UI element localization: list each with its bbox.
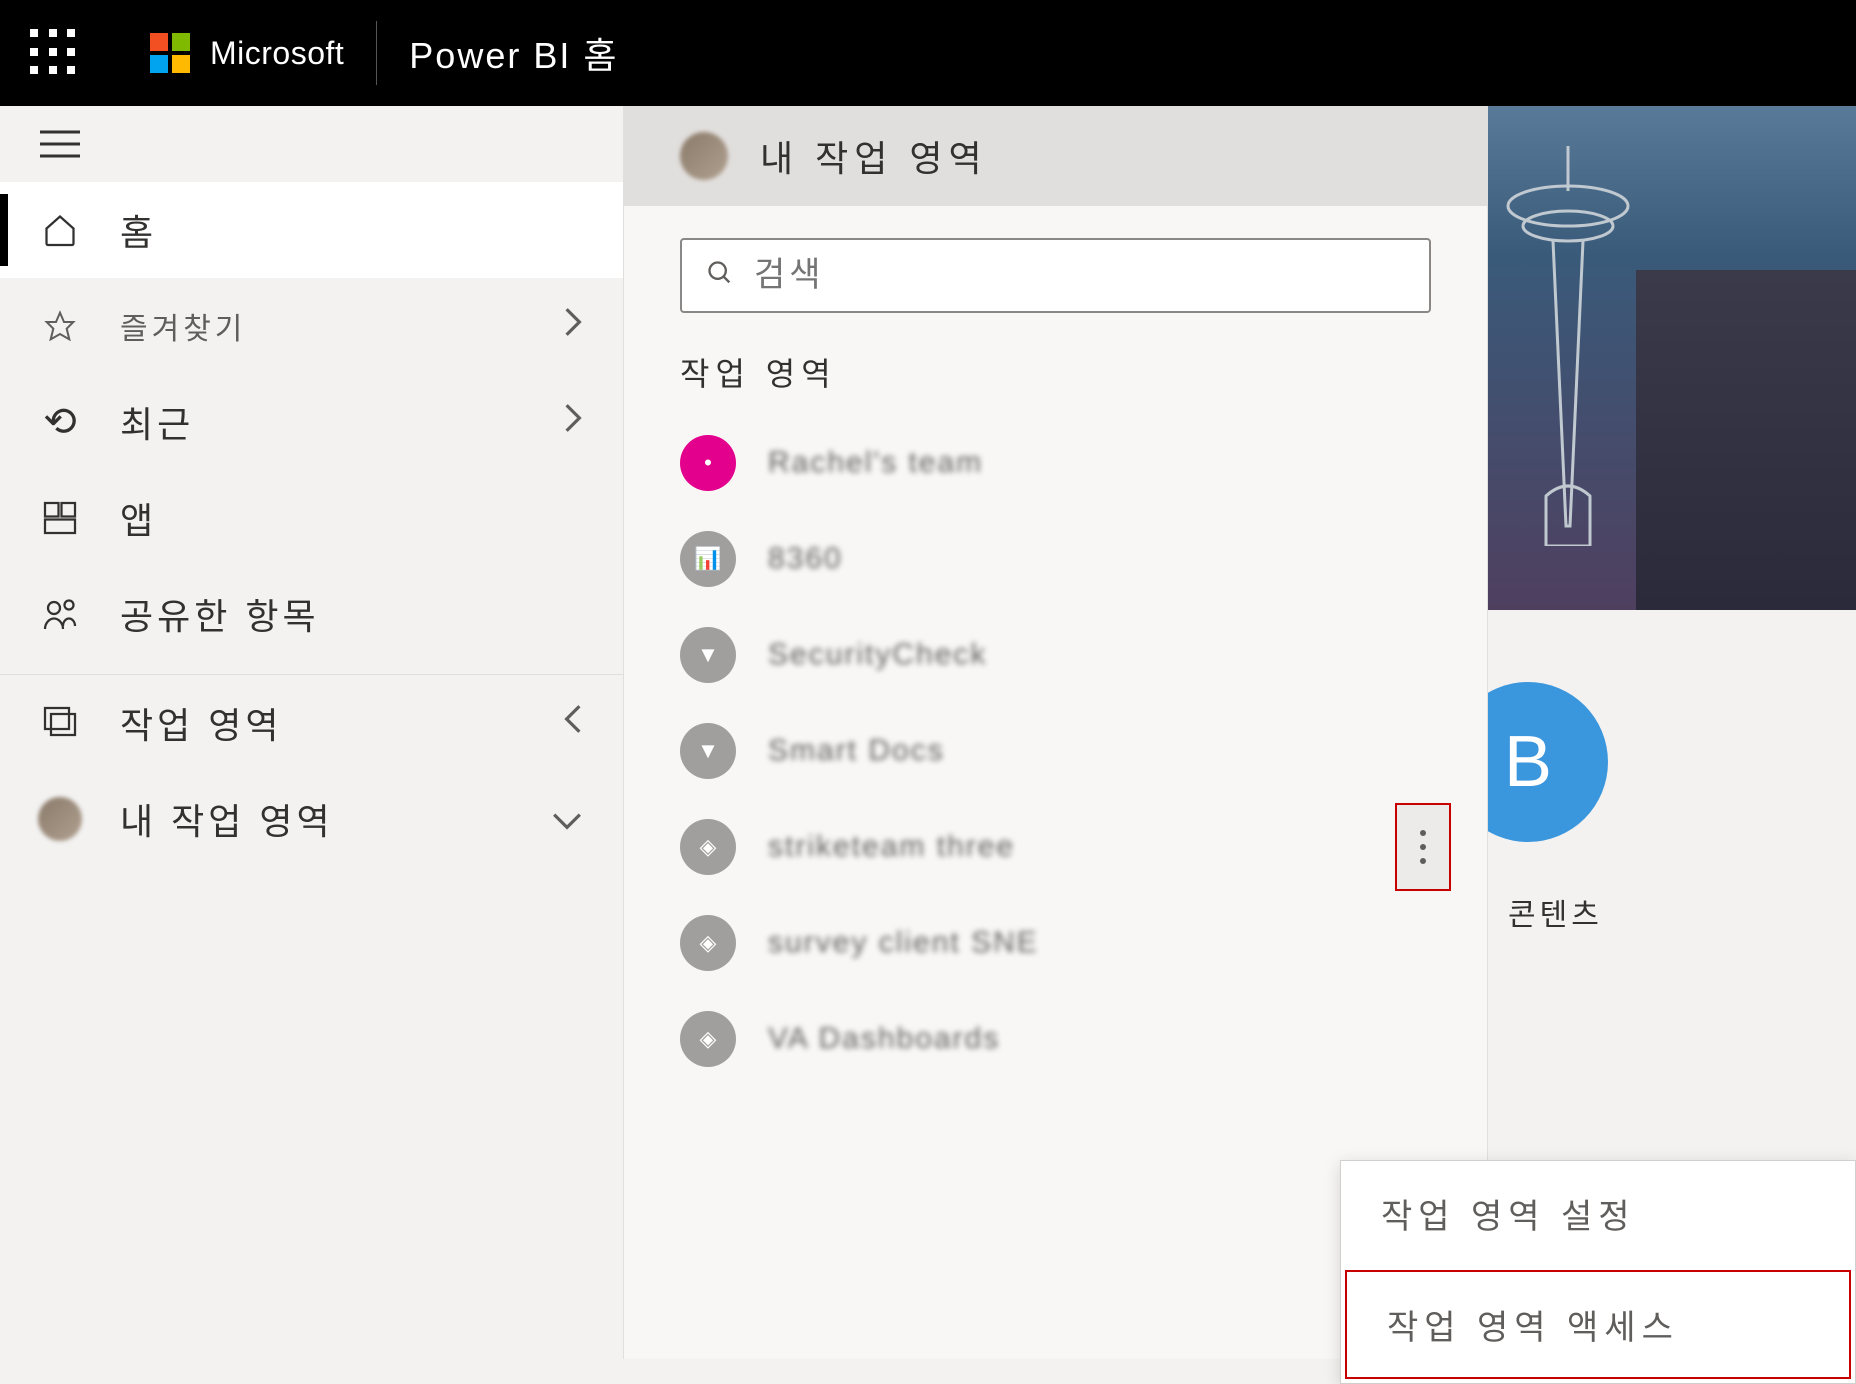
workspace-item-icon: 📊 — [680, 531, 736, 587]
sidebar-item-label: 내 작업 영역 — [120, 793, 551, 845]
hamburger-menu-button[interactable] — [0, 106, 623, 182]
avatar-icon — [40, 799, 80, 839]
recent-icon: ⟲ — [40, 402, 80, 442]
avatar-icon — [680, 132, 728, 180]
shared-icon — [40, 594, 80, 634]
workspace-list: • Rachel's team 📊 8360 ▼ SecurityCheck ▼ Smart … — [624, 415, 1487, 1087]
sidebar-item-my-workspace[interactable]: 내 작업 영역 — [0, 771, 623, 867]
apps-icon — [40, 498, 80, 538]
workspace-list-item[interactable]: ▼ SecurityCheck — [624, 607, 1487, 703]
workspace-item-name: 8360 — [768, 542, 843, 576]
chevron-right-icon — [563, 401, 583, 443]
sidebar-nav: 홈 즐겨찾기 ⟲ 최근 — [0, 106, 624, 1359]
app-launcher-icon[interactable] — [30, 29, 78, 77]
workspace-panel-title: 내 작업 영역 — [760, 130, 988, 182]
workspace-item-icon: ◈ — [680, 915, 736, 971]
workspace-item-name: VA Dashboards — [768, 1022, 1000, 1056]
context-menu-item-settings[interactable]: 작업 영역 설정 — [1341, 1161, 1855, 1266]
workspace-context-menu: 작업 영역 설정 작업 영역 액세스 — [1340, 1160, 1856, 1384]
workspace-list-item[interactable]: ▼ Smart Docs — [624, 703, 1487, 799]
sidebar-item-favorites[interactable]: 즐겨찾기 — [0, 278, 623, 374]
header-divider — [376, 21, 377, 85]
workspace-item-name: survey client SNE — [768, 926, 1039, 960]
workspace-item-name: Rachel's team — [768, 446, 983, 480]
content-badge[interactable]: B — [1488, 682, 1608, 842]
sidebar-item-recent[interactable]: ⟲ 최근 — [0, 374, 623, 470]
sidebar-item-label: 공유한 항목 — [120, 588, 583, 640]
workspace-list-item[interactable]: ◈ striketeam three — [624, 799, 1487, 895]
workspace-item-icon: ▼ — [680, 627, 736, 683]
home-icon — [40, 210, 80, 250]
company-name: Microsoft — [210, 35, 344, 72]
search-icon — [706, 259, 734, 292]
chevron-left-icon — [563, 702, 583, 744]
chevron-down-icon — [551, 798, 583, 840]
sidebar-item-label: 즐겨찾기 — [120, 304, 563, 348]
workspace-item-icon: • — [680, 435, 736, 491]
sidebar-item-label: 작업 영역 — [120, 697, 563, 749]
workspace-search-input[interactable] — [754, 256, 1405, 295]
content-section-label: 콘텐츠 — [1508, 890, 1856, 934]
sidebar-item-apps[interactable]: 앱 — [0, 470, 623, 566]
workspace-panel-header[interactable]: 내 작업 영역 — [624, 106, 1487, 206]
workspace-item-icon: ▼ — [680, 723, 736, 779]
sidebar-item-label: 최근 — [120, 396, 563, 448]
workspace-list-item[interactable]: ◈ VA Dashboards — [624, 991, 1487, 1087]
star-icon — [40, 306, 80, 346]
sidebar-item-home[interactable]: 홈 — [0, 182, 623, 278]
hero-image — [1488, 106, 1856, 610]
workspace-list-item[interactable]: 📊 8360 — [624, 511, 1487, 607]
sidebar-item-shared[interactable]: 공유한 항목 — [0, 566, 623, 662]
workspace-list-item[interactable]: • Rachel's team — [624, 415, 1487, 511]
app-header: Microsoft Power BI 홈 — [0, 0, 1856, 106]
context-menu-item-access[interactable]: 작업 영역 액세스 — [1345, 1270, 1851, 1379]
workspace-item-name: SecurityCheck — [768, 638, 987, 672]
product-title: Power BI 홈 — [409, 27, 618, 79]
microsoft-logo-icon — [150, 33, 190, 73]
sidebar-item-workspaces[interactable]: 작업 영역 — [0, 675, 623, 771]
sidebar-item-label: 홈 — [120, 204, 583, 256]
workspaces-icon — [40, 703, 80, 743]
more-options-button[interactable] — [1395, 803, 1451, 891]
workspace-item-icon: ◈ — [680, 1011, 736, 1067]
workspace-item-name: Smart Docs — [768, 734, 945, 768]
workspace-list-item[interactable]: ◈ survey client SNE — [624, 895, 1487, 991]
workspace-search-box[interactable] — [680, 238, 1431, 313]
workspace-item-icon: ◈ — [680, 819, 736, 875]
sidebar-item-label: 앱 — [120, 492, 583, 544]
workspace-section-title: 작업 영역 — [624, 337, 1487, 415]
workspace-item-name: striketeam three — [768, 830, 1015, 864]
chevron-right-icon — [563, 305, 583, 347]
